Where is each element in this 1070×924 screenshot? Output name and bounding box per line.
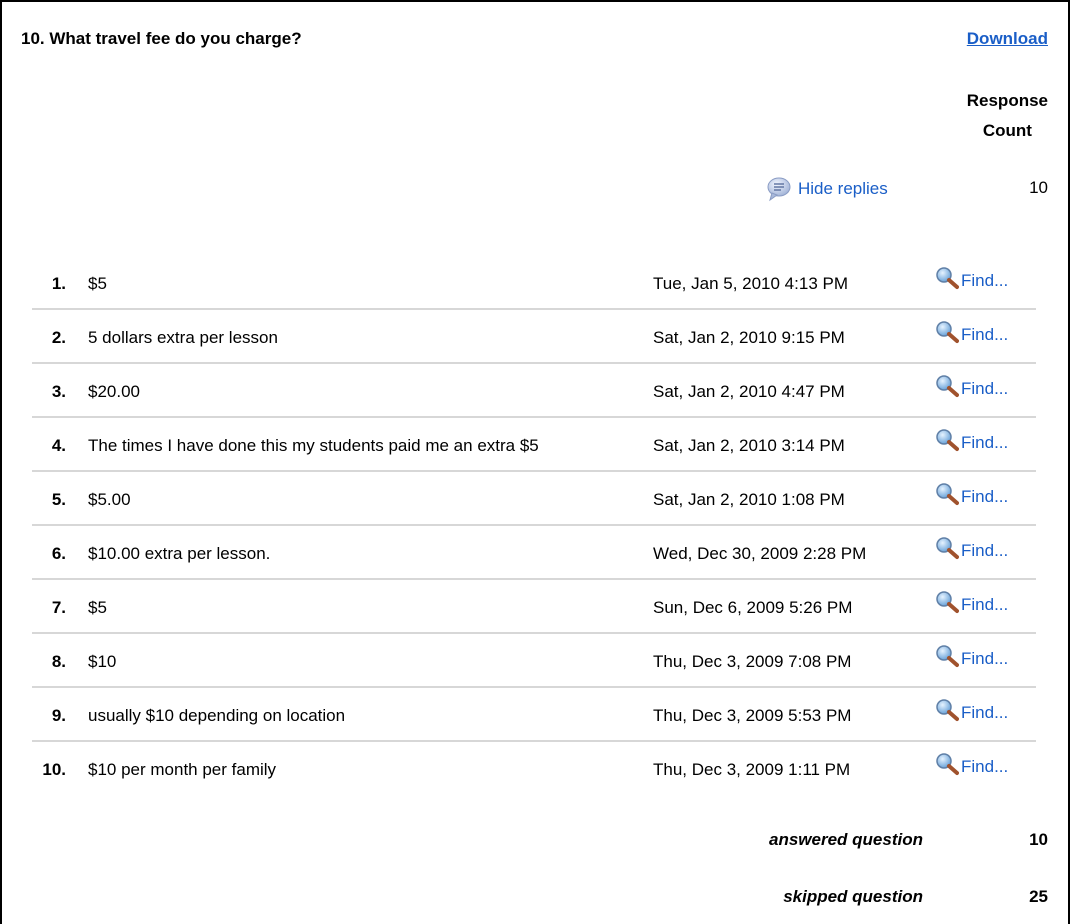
find-respondent-link[interactable]: Find... xyxy=(935,482,1008,511)
find-label[interactable]: Find... xyxy=(961,487,1008,507)
find-label[interactable]: Find... xyxy=(961,379,1008,399)
response-number: 1. xyxy=(51,274,66,293)
response-date: Tue, Jan 5, 2010 4:13 PM xyxy=(653,274,848,293)
find-respondent-link[interactable]: Find... xyxy=(935,266,1008,295)
response-text: usually $10 depending on location xyxy=(88,706,346,725)
find-respondent-link[interactable]: Find... xyxy=(935,320,1008,349)
magnifier-icon xyxy=(935,374,961,403)
response-row: 5. $5.00 Sat, Jan 2, 2010 1:08 PM Find... xyxy=(32,472,1036,526)
question-panel: 10. What travel fee do you charge? Downl… xyxy=(0,0,1070,924)
find-label[interactable]: Find... xyxy=(961,271,1008,291)
find-respondent-link[interactable]: Find... xyxy=(935,374,1008,403)
response-count-header-line1: Response xyxy=(966,91,1048,110)
response-text: $20.00 xyxy=(88,382,140,401)
response-date: Sun, Dec 6, 2009 5:26 PM xyxy=(653,598,853,617)
magnifier-icon xyxy=(935,266,961,295)
response-number: 2. xyxy=(51,328,66,347)
total-response-count: 10 xyxy=(1029,178,1048,197)
response-count-header: Response Count xyxy=(967,86,1048,146)
response-text: The times I have done this my students p… xyxy=(88,436,539,455)
answered-question-label: answered question xyxy=(769,830,923,849)
response-text: $10 per month per family xyxy=(88,760,277,779)
response-date: Sat, Jan 2, 2010 1:08 PM xyxy=(653,490,845,509)
response-row: 4. The times I have done this my students… xyxy=(32,418,1036,472)
response-number: 7. xyxy=(51,598,66,617)
find-respondent-link[interactable]: Find... xyxy=(935,698,1008,727)
speech-bubble-icon xyxy=(766,176,792,202)
find-label[interactable]: Find... xyxy=(961,703,1008,723)
response-text: 5 dollars extra per lesson xyxy=(88,328,278,347)
find-label[interactable]: Find... xyxy=(961,433,1008,453)
response-number: 10. xyxy=(42,760,66,779)
response-text: $5 xyxy=(88,274,107,293)
response-number: 6. xyxy=(51,544,66,563)
response-row: 1. $5 Tue, Jan 5, 2010 4:13 PM Find... xyxy=(32,256,1036,310)
magnifier-icon xyxy=(935,320,961,349)
skipped-question-label: skipped question xyxy=(783,887,923,906)
response-row: 3. $20.00 Sat, Jan 2, 2010 4:47 PM Find... xyxy=(32,364,1036,418)
response-text: $10.00 extra per lesson. xyxy=(88,544,271,563)
response-row: 8. $10 Thu, Dec 3, 2009 7:08 PM Find... xyxy=(32,634,1036,688)
magnifier-icon xyxy=(935,482,961,511)
magnifier-icon xyxy=(935,536,961,565)
response-text: $5 xyxy=(88,598,107,617)
response-text: $5.00 xyxy=(88,490,131,509)
magnifier-icon xyxy=(935,644,961,673)
question-title: 10. What travel fee do you charge? xyxy=(21,29,302,48)
hide-replies-label[interactable]: Hide replies xyxy=(798,179,888,199)
response-list: 1. $5 Tue, Jan 5, 2010 4:13 PM Find... 2. 5 d… xyxy=(32,256,1036,794)
response-date: Thu, Dec 3, 2009 1:11 PM xyxy=(653,760,851,779)
find-respondent-link[interactable]: Find... xyxy=(935,536,1008,565)
response-count-header-line2: Count xyxy=(982,121,1032,140)
response-text: $10 xyxy=(88,652,117,671)
find-label[interactable]: Find... xyxy=(961,595,1008,615)
magnifier-icon xyxy=(935,752,961,781)
response-row: 6. $10.00 extra per lesson. Wed, Dec 30, 2… xyxy=(32,526,1036,580)
response-number: 4. xyxy=(51,436,66,455)
find-label[interactable]: Find... xyxy=(961,649,1008,669)
answered-question-value: 10 xyxy=(1029,830,1048,849)
magnifier-icon xyxy=(935,428,961,457)
response-date: Wed, Dec 30, 2009 2:28 PM xyxy=(653,544,867,563)
find-respondent-link[interactable]: Find... xyxy=(935,590,1008,619)
magnifier-icon xyxy=(935,590,961,619)
find-label[interactable]: Find... xyxy=(961,757,1008,777)
skipped-question-value: 25 xyxy=(1029,887,1048,906)
response-date: Sat, Jan 2, 2010 4:47 PM xyxy=(653,382,845,401)
response-date: Thu, Dec 3, 2009 5:53 PM xyxy=(653,706,852,725)
find-label[interactable]: Find... xyxy=(961,325,1008,345)
download-link[interactable]: Download xyxy=(967,29,1048,49)
find-respondent-link[interactable]: Find... xyxy=(935,644,1008,673)
response-number: 5. xyxy=(51,490,66,509)
hide-replies-link[interactable]: Hide replies xyxy=(766,176,888,202)
response-date: Thu, Dec 3, 2009 7:08 PM xyxy=(653,652,852,671)
response-date: Sat, Jan 2, 2010 3:14 PM xyxy=(653,436,845,455)
find-respondent-link[interactable]: Find... xyxy=(935,752,1008,781)
response-number: 3. xyxy=(51,382,66,401)
magnifier-icon xyxy=(935,698,961,727)
response-row: 9. usually $10 depending on location Thu, … xyxy=(32,688,1036,742)
find-label[interactable]: Find... xyxy=(961,541,1008,561)
response-number: 8. xyxy=(51,652,66,671)
response-date: Sat, Jan 2, 2010 9:15 PM xyxy=(653,328,845,347)
response-row: 10. $10 per month per family Thu, Dec 3, 2… xyxy=(32,742,1036,794)
find-respondent-link[interactable]: Find... xyxy=(935,428,1008,457)
response-row: 2. 5 dollars extra per lesson Sat, Jan 2, … xyxy=(32,310,1036,364)
response-row: 7. $5 Sun, Dec 6, 2009 5:26 PM Find... xyxy=(32,580,1036,634)
response-number: 9. xyxy=(51,706,66,725)
